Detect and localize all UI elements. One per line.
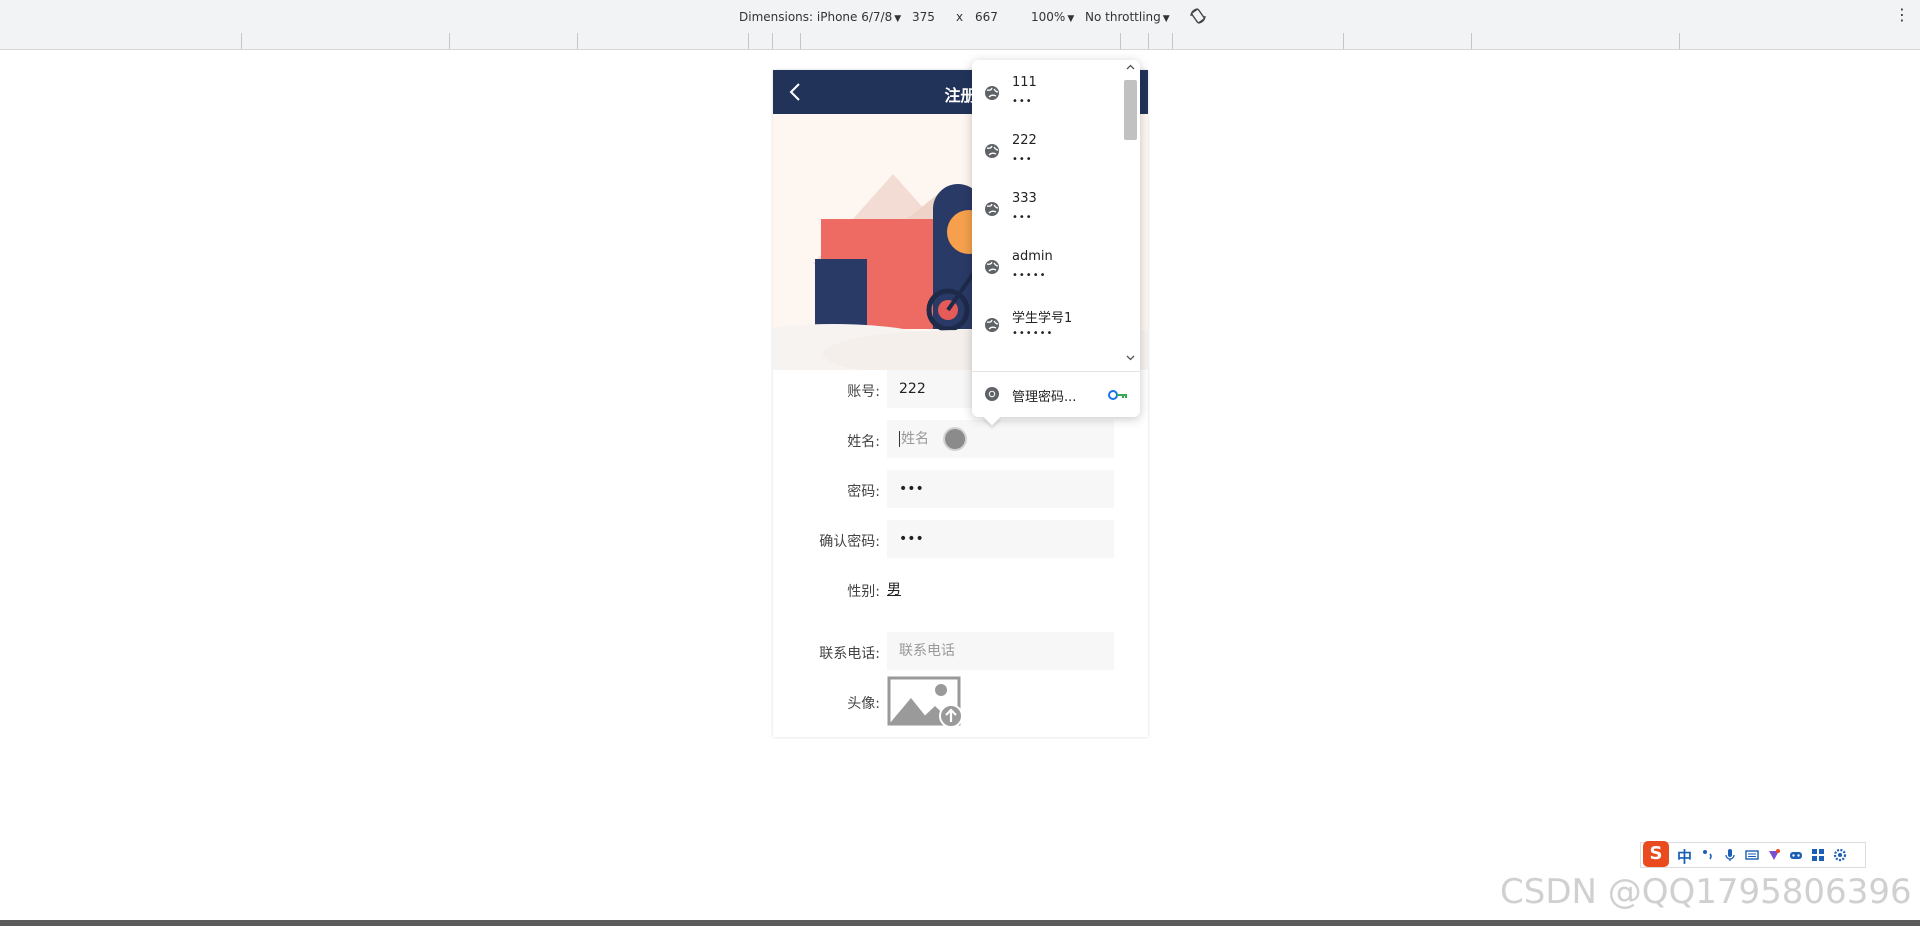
microphone-icon[interactable] xyxy=(1723,848,1737,862)
ruler-tick xyxy=(577,33,578,49)
password-input[interactable]: ••• xyxy=(887,470,1114,508)
devtools-device-toolbar: Dimensions: iPhone 6/7/8 ▼ 375 x 667 100%… xyxy=(0,0,1920,34)
zoom-select[interactable]: 100% ▼ xyxy=(1031,10,1074,24)
saved-username: admin xyxy=(1012,249,1053,264)
skin-icon[interactable] xyxy=(1767,848,1781,862)
manage-passwords-label: 管理密码... xyxy=(1012,390,1077,405)
dropdown-caret-icon: ▼ xyxy=(1067,14,1075,24)
gender-select[interactable]: 男 xyxy=(887,579,901,599)
name-placeholder: 姓名 xyxy=(901,431,929,447)
saved-password-mask: ••• xyxy=(1012,212,1033,223)
toolbox-grid-icon[interactable] xyxy=(1811,848,1825,862)
ruler-tick xyxy=(241,33,242,49)
times-sign: x xyxy=(956,10,964,24)
saved-password-item[interactable]: 111 ••• xyxy=(972,68,1122,126)
ruler-tick xyxy=(772,33,773,49)
scroll-up-icon[interactable] xyxy=(1125,62,1136,73)
dropdown-caret-icon: ▼ xyxy=(894,14,902,24)
vertical-dots-icon[interactable]: ⋮ xyxy=(1894,7,1910,23)
ruler-tick xyxy=(449,33,450,49)
name-label: 姓名: xyxy=(847,434,880,450)
saved-password-mask: •••••• xyxy=(1012,328,1054,339)
dropdown-scrollbar[interactable] xyxy=(1122,60,1139,370)
keyboard-icon[interactable] xyxy=(1745,848,1759,862)
device-label: Dimensions: iPhone 6/7/8 xyxy=(739,10,893,24)
password-row: 密码: ••• xyxy=(773,470,1148,508)
phone-label: 联系电话: xyxy=(819,646,880,662)
scroll-down-icon[interactable] xyxy=(1125,352,1136,363)
chrome-icon xyxy=(985,387,999,401)
globe-icon xyxy=(985,260,999,274)
globe-icon xyxy=(985,86,999,100)
saved-username: 学生学号1 xyxy=(1012,311,1073,326)
confirm-password-label: 确认密码: xyxy=(819,534,880,550)
name-input[interactable]: 姓名 xyxy=(887,420,1114,458)
height-input[interactable]: 667 xyxy=(975,10,998,24)
ime-mode-toggle[interactable]: 中 xyxy=(1677,846,1692,867)
csdn-watermark: CSDN @QQ1795806396 xyxy=(1500,872,1912,912)
account-label: 账号: xyxy=(847,384,880,400)
phone-row: 联系电话: 联系电话 xyxy=(773,632,1148,670)
manage-passwords-item[interactable]: 管理密码... xyxy=(972,372,1140,416)
globe-icon xyxy=(985,318,999,332)
ruler-tick xyxy=(1679,33,1680,49)
saved-password-item[interactable]: 333 ••• xyxy=(972,184,1122,242)
avatar-row: 头像: xyxy=(773,676,1148,728)
globe-icon xyxy=(985,144,999,158)
saved-password-mask: ••••• xyxy=(1012,270,1047,281)
name-row: 姓名: 姓名 xyxy=(773,420,1148,458)
gamepad-icon[interactable] xyxy=(1789,848,1803,862)
ruler-tick xyxy=(1120,33,1121,49)
saved-password-list: 111 ••• 222 ••• 333 ••• admin ••••• 学生学号… xyxy=(972,60,1122,370)
saved-password-item[interactable]: 222 ••• xyxy=(972,126,1122,184)
punctuation-icon[interactable] xyxy=(1701,848,1715,862)
ruler-tick xyxy=(1148,33,1149,49)
ruler-tick xyxy=(1343,33,1344,49)
touch-cursor-indicator xyxy=(945,429,965,449)
taskbar-edge xyxy=(0,920,1920,926)
confirm-password-input[interactable]: ••• xyxy=(887,520,1114,558)
password-label: 密码: xyxy=(847,484,880,500)
saved-password-item[interactable]: admin ••••• xyxy=(972,242,1122,300)
gender-label: 性别: xyxy=(847,584,880,600)
globe-icon xyxy=(985,202,999,216)
width-input[interactable]: 375 xyxy=(912,10,935,24)
saved-password-mask: ••• xyxy=(1012,96,1033,107)
text-caret xyxy=(899,431,900,447)
throttling-label: No throttling xyxy=(1085,10,1161,24)
ime-logo[interactable]: S xyxy=(1643,841,1669,867)
saved-password-item[interactable]: 学生学号1 •••••• xyxy=(972,300,1122,358)
dropdown-caret-icon: ▼ xyxy=(1162,14,1170,24)
password-autofill-dropdown: 111 ••• 222 ••• 333 ••• admin ••••• 学生学号… xyxy=(972,60,1140,426)
saved-username: 111 xyxy=(1012,75,1037,90)
image-upload-icon[interactable] xyxy=(887,676,963,728)
key-icon xyxy=(1108,390,1127,400)
avatar-label: 头像: xyxy=(847,696,880,712)
throttling-select[interactable]: No throttling ▼ xyxy=(1085,10,1170,24)
ime-toolbar: S 中 xyxy=(1640,841,1866,868)
saved-username: 333 xyxy=(1012,191,1037,206)
phone-input[interactable]: 联系电话 xyxy=(887,632,1114,670)
media-query-ruler xyxy=(0,33,1920,50)
ruler-tick xyxy=(1172,33,1173,49)
gender-row: 性别: 男 xyxy=(773,570,1148,608)
ruler-tick xyxy=(1471,33,1472,49)
settings-gear-icon[interactable] xyxy=(1833,848,1847,862)
zoom-label: 100% xyxy=(1031,10,1066,24)
scrollbar-thumb[interactable] xyxy=(1124,80,1137,140)
confirm-password-row: 确认密码: ••• xyxy=(773,520,1148,558)
ruler-tick xyxy=(800,33,801,49)
device-select[interactable]: Dimensions: iPhone 6/7/8 ▼ xyxy=(739,10,901,24)
rotate-icon[interactable] xyxy=(1189,7,1207,25)
ruler-tick xyxy=(748,33,749,49)
saved-password-mask: ••• xyxy=(1012,154,1033,165)
saved-username: 222 xyxy=(1012,133,1037,148)
